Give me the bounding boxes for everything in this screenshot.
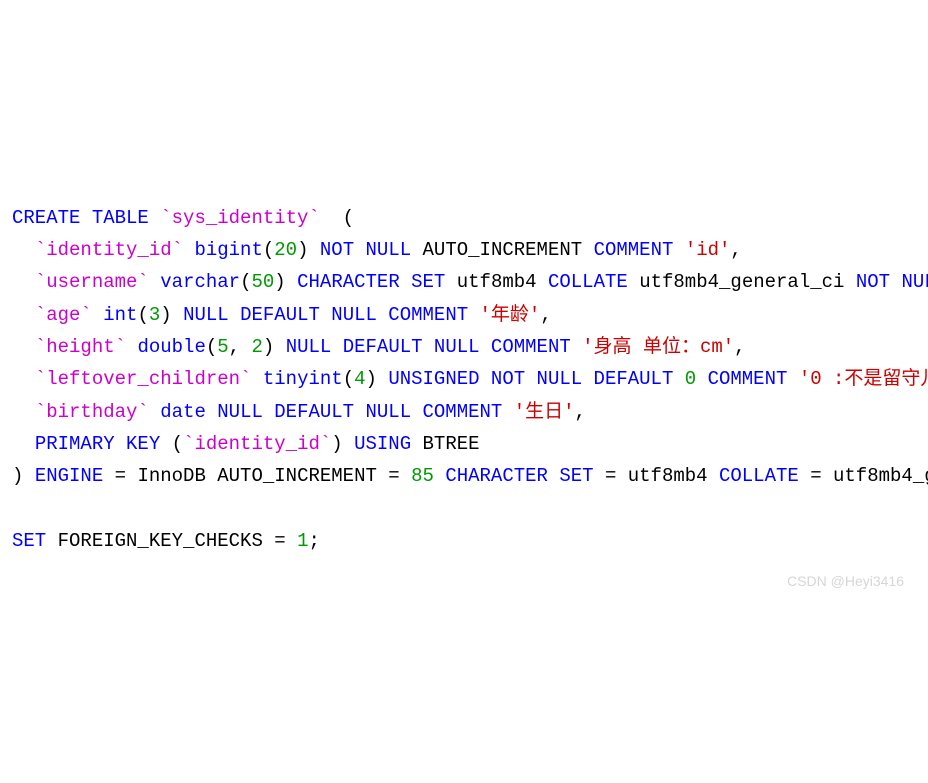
token-num: 5: [217, 336, 228, 358]
token-plain: ): [12, 465, 35, 487]
token-kw: double: [137, 336, 205, 358]
token-plain: ,: [540, 304, 551, 326]
token-kw: varchar: [160, 271, 240, 293]
token-plain: ,: [229, 336, 252, 358]
token-num: 50: [251, 271, 274, 293]
token-str: '生日': [514, 401, 575, 423]
token-plain: [12, 433, 35, 455]
token-kw: tinyint: [263, 368, 343, 390]
token-bt: `leftover_children`: [35, 368, 252, 390]
token-bt: `username`: [35, 271, 149, 293]
token-kw: NOT NULL: [320, 239, 411, 261]
token-plain: (: [160, 433, 183, 455]
token-plain: AUTO_INCREMENT: [423, 239, 583, 261]
token-bt: `height`: [35, 336, 126, 358]
token-num: 85: [411, 465, 434, 487]
token-kw: CHARACTER SET: [445, 465, 593, 487]
token-plain: (: [240, 271, 251, 293]
token-plain: FOREIGN_KEY_CHECKS =: [46, 530, 297, 552]
token-plain: [183, 239, 194, 261]
token-plain: [126, 336, 137, 358]
token-plain: = utf8mb4_general_ci ROW_FORMAT = DYNAMI…: [799, 465, 928, 487]
token-plain: ): [366, 368, 389, 390]
token-num: 20: [274, 239, 297, 261]
token-str: '身高 单位：cm': [582, 336, 734, 358]
token-plain: utf8mb4_general_ci: [628, 271, 856, 293]
token-plain: [502, 401, 513, 423]
token-kw: SET: [12, 530, 46, 552]
token-kw: USING: [354, 433, 411, 455]
token-plain: ): [263, 336, 286, 358]
token-plain: BTREE: [411, 433, 479, 455]
token-plain: [673, 368, 684, 390]
sql-code: CREATE TABLE `sys_identity` ( `identity_…: [12, 202, 916, 557]
token-plain: ,: [734, 336, 745, 358]
token-num: 2: [251, 336, 262, 358]
token-num: 0: [685, 368, 696, 390]
watermark: CSDN @Heyi3416: [787, 570, 904, 594]
token-kw: COLLATE: [719, 465, 799, 487]
token-plain: ): [297, 239, 320, 261]
token-plain: (: [343, 368, 354, 390]
token-plain: (: [137, 304, 148, 326]
token-plain: [92, 304, 103, 326]
token-plain: (: [263, 239, 274, 261]
token-kw: COMMENT: [708, 368, 788, 390]
token-plain: [12, 336, 35, 358]
token-plain: ,: [730, 239, 741, 261]
token-plain: ): [160, 304, 183, 326]
token-kw: CHARACTER SET: [297, 271, 445, 293]
token-plain: [12, 304, 35, 326]
token-plain: [468, 304, 479, 326]
token-plain: [673, 239, 684, 261]
token-kw: PRIMARY KEY: [35, 433, 160, 455]
token-plain: [696, 368, 707, 390]
token-num: 4: [354, 368, 365, 390]
token-plain: ;: [308, 530, 319, 552]
token-kw: date NULL DEFAULT NULL COMMENT: [160, 401, 502, 423]
token-plain: [571, 336, 582, 358]
token-plain: [149, 271, 160, 293]
token-plain: [787, 368, 798, 390]
token-kw: NOT NULL COMMENT: [856, 271, 928, 293]
token-bt: `age`: [35, 304, 92, 326]
token-num: 3: [149, 304, 160, 326]
token-bt: `identity_id`: [35, 239, 183, 261]
token-plain: utf8mb4: [445, 271, 548, 293]
token-bt: `birthday`: [35, 401, 149, 423]
token-plain: [12, 368, 35, 390]
token-bt: `sys_identity`: [160, 207, 320, 229]
token-plain: [12, 239, 35, 261]
token-kw: bigint: [194, 239, 262, 261]
token-bt: `identity_id`: [183, 433, 331, 455]
token-plain: [12, 401, 35, 423]
token-kw: UNSIGNED NOT NULL DEFAULT: [388, 368, 673, 390]
token-kw: CREATE TABLE: [12, 207, 149, 229]
token-plain: ): [331, 433, 354, 455]
token-str: 'id': [685, 239, 731, 261]
token-kw: COLLATE: [548, 271, 628, 293]
token-plain: ): [274, 271, 297, 293]
token-str: '年龄': [480, 304, 541, 326]
token-num: 1: [297, 530, 308, 552]
token-kw: NULL DEFAULT NULL COMMENT: [286, 336, 571, 358]
token-kw: COMMENT: [594, 239, 674, 261]
token-plain: = InnoDB AUTO_INCREMENT =: [103, 465, 411, 487]
token-plain: [149, 401, 160, 423]
token-plain: [411, 239, 422, 261]
token-plain: = utf8mb4: [594, 465, 719, 487]
token-str: '0 :不是留守儿童 1：是': [799, 368, 928, 390]
token-kw: ENGINE: [35, 465, 103, 487]
token-plain: (: [320, 207, 354, 229]
token-plain: [149, 207, 160, 229]
token-kw: NULL DEFAULT NULL COMMENT: [183, 304, 468, 326]
token-plain: (: [206, 336, 217, 358]
token-kw: int: [103, 304, 137, 326]
token-plain: [582, 239, 593, 261]
sql-code-block: CREATE TABLE `sys_identity` ( `identity_…: [12, 137, 916, 621]
token-plain: [251, 368, 262, 390]
token-plain: [12, 271, 35, 293]
token-plain: ,: [575, 401, 586, 423]
token-plain: [434, 465, 445, 487]
